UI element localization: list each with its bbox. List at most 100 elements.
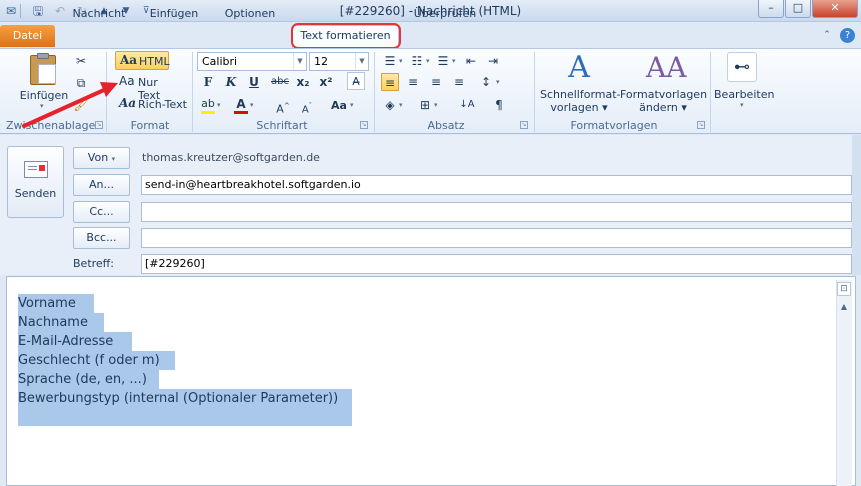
change-styles-icon: AA: [646, 51, 687, 84]
plain-text-icon: Aa: [119, 74, 135, 88]
chevron-down-icon: ▾: [496, 78, 500, 86]
change-styles-button[interactable]: AA Formatvorlagen ändern ▾: [620, 51, 707, 116]
html-format-icon: Aa: [120, 53, 138, 67]
group-separator: [192, 52, 193, 132]
shrink-font-icon[interactable]: Aˇ: [298, 97, 316, 115]
bullets-icon[interactable]: ☰: [381, 52, 399, 70]
tab-options[interactable]: Optionen: [216, 4, 284, 26]
editing-button[interactable]: ⊷ Bearbeiten ▾: [714, 52, 775, 112]
bcc-button[interactable]: Bcc...: [73, 227, 130, 249]
chevron-down-icon: ▾: [399, 57, 403, 65]
paste-button[interactable]: Einfügen ▾: [16, 52, 72, 112]
copy-icon[interactable]: ⧉: [72, 74, 90, 92]
tab-message[interactable]: Nachricht: [65, 4, 133, 26]
line-spacing-icon[interactable]: ↕: [477, 73, 495, 91]
chevron-down-icon: ▼: [293, 53, 306, 70]
minimize-button[interactable]: –: [758, 0, 784, 18]
align-left-icon[interactable]: ≡: [381, 73, 399, 91]
pane-edge: [852, 135, 861, 275]
binoculars-icon: ⊷: [727, 52, 757, 82]
maximize-button[interactable]: □: [785, 0, 811, 18]
rich-text-icon: Aa: [119, 96, 137, 110]
scroll-up-icon[interactable]: ▲: [837, 300, 851, 314]
format-plain-text-button[interactable]: Aa Nur Text: [115, 73, 183, 102]
tab-file[interactable]: Datei: [0, 25, 55, 47]
justify-icon[interactable]: ≡: [450, 73, 468, 91]
tab-review[interactable]: Überprüfen: [406, 4, 484, 26]
change-case-button[interactable]: Aa ▾: [330, 97, 356, 115]
decrease-indent-icon[interactable]: ⇤: [462, 52, 480, 70]
styles-launcher-icon[interactable]: ↘: [697, 121, 705, 129]
editing-label: Bearbeiten: [714, 88, 775, 101]
minimize-ribbon-icon[interactable]: ⌃: [820, 28, 834, 42]
to-button[interactable]: An...: [73, 174, 130, 196]
sort-icon[interactable]: ↓A: [458, 96, 476, 114]
highlight-color-button[interactable]: ab ▾: [199, 97, 223, 115]
chevron-down-icon: ▾: [111, 155, 116, 163]
quick-styles-label-2: vorlagen ▾: [550, 101, 608, 114]
quick-styles-icon: A: [568, 50, 590, 85]
chevron-down-icon: ▾: [426, 57, 430, 65]
clipboard-icon: [30, 53, 56, 85]
font-size-value: 12: [314, 55, 328, 68]
help-icon[interactable]: ?: [840, 28, 855, 43]
font-color-button[interactable]: A ▾: [232, 97, 256, 115]
group-separator: [106, 52, 107, 132]
bcc-field[interactable]: [141, 228, 852, 248]
underline-button[interactable]: U: [245, 73, 263, 91]
chevron-down-icon: ▾: [399, 101, 403, 109]
format-group-label: Format: [130, 119, 170, 132]
numbering-icon[interactable]: ☷: [408, 52, 426, 70]
subscript-button[interactable]: x₂: [294, 73, 312, 91]
from-button-label: Von: [87, 151, 109, 164]
font-size-combo[interactable]: 12 ▼: [309, 52, 369, 71]
bold-button[interactable]: F: [199, 73, 217, 91]
chevron-down-icon: ▾: [452, 57, 456, 65]
highlight-color-swatch: [201, 111, 215, 114]
superscript-button[interactable]: x²: [317, 73, 335, 91]
align-right-icon[interactable]: ≡: [427, 73, 445, 91]
from-button[interactable]: Von ▾: [73, 147, 130, 169]
chevron-down-icon: ▾: [350, 101, 354, 109]
body-line: Sprache (de, en, ...): [18, 370, 159, 389]
cc-field[interactable]: [141, 202, 852, 222]
group-separator: [534, 52, 535, 132]
cc-button[interactable]: Cc...: [73, 201, 130, 223]
chevron-down-icon: ▼: [355, 53, 368, 70]
body-line: E-Mail-Adresse: [18, 332, 132, 351]
group-separator: [710, 52, 711, 132]
grow-font-icon[interactable]: A^: [274, 97, 292, 116]
strikethrough-button[interactable]: abc: [268, 73, 292, 91]
paragraph-launcher-icon[interactable]: ↘: [520, 121, 528, 129]
quick-styles-button[interactable]: A Schnellformat- vorlagen ▾: [540, 50, 621, 116]
font-family-combo[interactable]: Calibri ▼: [197, 52, 307, 71]
selection-block: [18, 406, 352, 426]
change-styles-label-2: ändern ▾: [639, 101, 687, 114]
format-painter-icon[interactable]: 🖌: [72, 96, 90, 114]
shading-icon[interactable]: ◈: [381, 96, 399, 114]
close-button[interactable]: ✕: [812, 0, 858, 18]
to-field[interactable]: send-in@heartbreakhotel.softgarden.io: [141, 175, 852, 195]
ruler-toggle-icon[interactable]: ⊡: [837, 282, 851, 296]
format-rich-text-button[interactable]: Aa Rich-Text: [115, 95, 187, 114]
body-line: Vorname: [18, 294, 94, 313]
cut-icon[interactable]: ✂: [72, 52, 90, 70]
multilevel-list-icon[interactable]: ☰: [434, 52, 452, 70]
clipboard-launcher-icon[interactable]: ↘: [95, 121, 103, 129]
font-launcher-icon[interactable]: ↘: [360, 121, 368, 129]
clear-formatting-icon[interactable]: A̶: [347, 72, 365, 90]
styles-group-label: Formatvorlagen: [570, 119, 658, 132]
format-html-button[interactable]: Aa HTML: [115, 51, 170, 70]
increase-indent-icon[interactable]: ⇥: [484, 52, 502, 70]
font-group-label: Schriftart: [256, 119, 308, 132]
tab-insert[interactable]: Einfügen: [140, 4, 208, 26]
chevron-down-icon: ▾: [740, 101, 744, 109]
italic-button[interactable]: K: [222, 73, 240, 91]
envelope-icon: [24, 161, 48, 178]
borders-icon[interactable]: ⊞: [416, 96, 434, 114]
body-line: Geschlecht (f oder m): [18, 351, 175, 370]
align-center-icon[interactable]: ≡: [404, 73, 422, 91]
send-button[interactable]: Senden: [7, 146, 64, 218]
show-formatting-icon[interactable]: ¶: [490, 96, 508, 114]
subject-field[interactable]: [#229260]: [141, 254, 852, 274]
